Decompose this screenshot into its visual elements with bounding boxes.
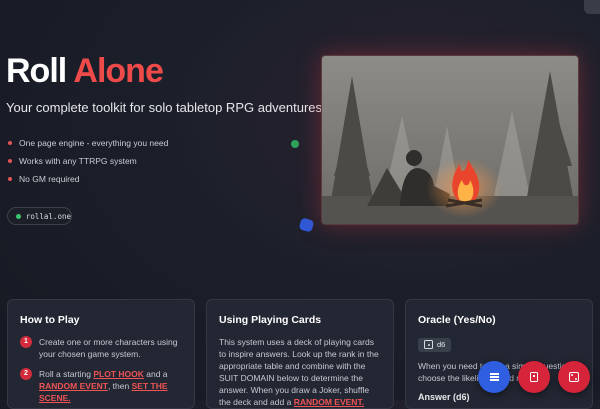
- oracle-card: Oracle (Yes/No) d6 When you need to ask …: [405, 299, 593, 409]
- d6-roll-chip[interactable]: d6: [418, 337, 452, 352]
- step-text: Roll a starting PLOT HOOK and a RANDOM E…: [39, 368, 182, 404]
- step-suffix: , then: [107, 381, 130, 391]
- chip-label: d6: [437, 340, 446, 349]
- feature-list: One page engine - everything you need Wo…: [8, 134, 168, 188]
- card-title: Using Playing Cards: [219, 314, 322, 326]
- decorative-shape: [298, 217, 315, 233]
- card-title: How to Play: [20, 314, 80, 326]
- hero-subtitle: Your complete toolkit for solo tabletop …: [6, 100, 323, 115]
- feature-text: No GM required: [19, 174, 80, 184]
- card-icon: [530, 372, 538, 382]
- feature-text: Works with any TTRPG system: [19, 156, 137, 166]
- feature-item: Works with any TTRPG system: [8, 152, 168, 170]
- playing-cards-card: Using Playing Cards This system uses a d…: [206, 299, 394, 409]
- plot-hook-link[interactable]: PLOT HOOK: [93, 369, 144, 379]
- random-event-link[interactable]: RANDOM EVENT.: [294, 397, 364, 407]
- decorative-dot: [291, 140, 299, 148]
- dice-icon: [569, 372, 579, 382]
- step-text: Create one or more characters using your…: [39, 337, 178, 359]
- dice-icon: [424, 340, 433, 349]
- page-title: Roll Alone: [6, 52, 164, 91]
- card-text: This system uses a deck of playing cards…: [219, 336, 381, 408]
- feature-item: No GM required: [8, 170, 168, 188]
- how-to-play-card: How to Play 1 Create one or more charact…: [7, 299, 195, 409]
- site-url: rollal.one: [25, 211, 71, 221]
- draw-card-button[interactable]: [518, 361, 550, 393]
- step-item: 2 Roll a starting PLOT HOOK and a RANDOM…: [20, 368, 182, 404]
- feature-item: One page engine - everything you need: [8, 134, 168, 152]
- card-title: Oracle (Yes/No): [418, 314, 496, 326]
- step-prefix: Roll a starting: [39, 369, 91, 379]
- bullet-icon: [8, 177, 12, 181]
- title-part-alone: Alone: [73, 52, 163, 90]
- step-item: 1 Create one or more characters using yo…: [20, 336, 182, 360]
- step-number: 1: [20, 336, 32, 348]
- status-dot-icon: [16, 213, 21, 219]
- title-part-roll: Roll: [6, 52, 67, 90]
- site-url-chip[interactable]: rollal.one: [7, 207, 72, 225]
- answer-label: Answer (d6): [418, 391, 470, 402]
- menu-button[interactable]: [478, 361, 510, 393]
- corner-button[interactable]: [584, 0, 600, 14]
- hero-illustration: [321, 55, 579, 225]
- bullet-icon: [8, 141, 12, 145]
- step-mid: and a: [146, 369, 168, 379]
- roll-dice-button[interactable]: [558, 361, 590, 393]
- random-event-link[interactable]: RANDOM EVENT: [39, 381, 108, 391]
- menu-icon: [489, 371, 499, 382]
- bullet-icon: [8, 159, 12, 163]
- feature-text: One page engine - everything you need: [19, 138, 169, 148]
- step-number: 2: [20, 368, 32, 380]
